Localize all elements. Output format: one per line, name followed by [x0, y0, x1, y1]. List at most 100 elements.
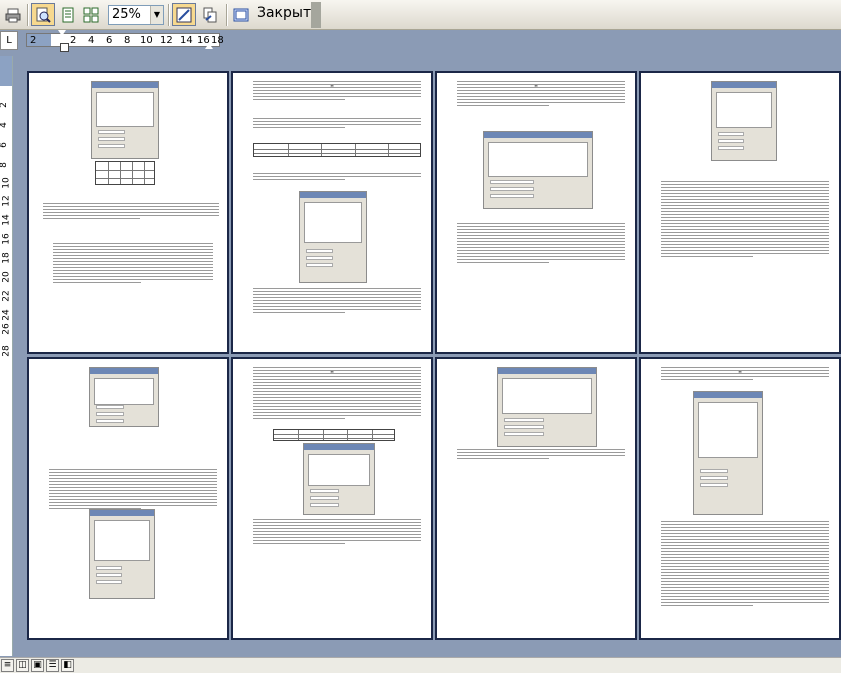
text-line — [661, 379, 754, 380]
text-line — [661, 223, 829, 224]
text-line — [253, 415, 421, 416]
text-line — [457, 452, 625, 453]
text-line — [253, 522, 421, 523]
outline-view-icon[interactable]: ☰ — [46, 659, 59, 672]
text-line — [253, 303, 421, 304]
text-line — [457, 229, 625, 230]
ruler-tick: 20 — [1, 271, 12, 283]
text-line — [661, 524, 829, 525]
text-line — [661, 557, 829, 558]
reading-layout-icon[interactable]: ◧ — [61, 659, 74, 672]
text-line — [661, 247, 829, 248]
text-line — [457, 93, 625, 94]
text-line — [49, 469, 217, 470]
text-line — [661, 220, 829, 221]
text-line — [661, 566, 829, 567]
dialog-screenshot — [711, 81, 777, 161]
normal-view-icon[interactable]: ≡ — [1, 659, 14, 672]
multiple-pages-button[interactable] — [80, 3, 102, 26]
text-line — [661, 521, 829, 522]
text-line — [253, 90, 421, 91]
text-line — [253, 96, 421, 97]
text-line — [457, 102, 625, 103]
text-line — [53, 267, 213, 268]
ruler-tick: 12 — [1, 195, 12, 207]
text-line — [457, 96, 625, 97]
text-line — [661, 527, 829, 528]
left-indent-marker[interactable] — [60, 43, 69, 52]
text-line — [253, 93, 421, 94]
dialog-screenshot — [483, 131, 593, 209]
text-line — [253, 406, 421, 407]
toolbar-options-grip[interactable] — [311, 2, 321, 28]
ruler-tick: 16 — [1, 233, 12, 245]
one-page-icon — [62, 7, 74, 23]
text-line — [661, 181, 829, 182]
shrink-to-fit-button[interactable] — [198, 3, 222, 26]
text-line — [661, 587, 829, 588]
text-line — [253, 81, 421, 82]
text-line — [49, 475, 217, 476]
first-line-indent-marker[interactable] — [58, 30, 66, 36]
text-line — [457, 247, 625, 248]
print-layout-icon[interactable]: ▣ — [31, 659, 44, 672]
page-thumbnail[interactable]: ¤1 — [27, 71, 229, 354]
text-line — [661, 211, 829, 212]
text-line — [457, 458, 550, 459]
text-line — [661, 578, 829, 579]
text-line — [53, 255, 213, 256]
table-figure — [273, 429, 395, 441]
ruler-tick: 14 — [1, 214, 12, 226]
text-line — [253, 534, 421, 535]
chevron-down-icon[interactable]: ▼ — [150, 6, 163, 24]
text-line — [253, 294, 421, 295]
text-line — [253, 537, 421, 538]
web-layout-icon[interactable]: ◫ — [16, 659, 29, 672]
zoom-select[interactable]: 25% ▼ — [108, 5, 164, 25]
right-indent-marker[interactable] — [205, 43, 213, 49]
text-line — [253, 385, 421, 386]
dialog-screenshot — [89, 509, 155, 599]
text-line — [457, 250, 625, 251]
view-ruler-button[interactable] — [172, 3, 196, 26]
text-line — [53, 243, 213, 244]
ruler-tick: 2 — [70, 35, 77, 46]
text-line — [457, 253, 625, 254]
text-line — [253, 306, 421, 307]
close-preview-button[interactable]: Закрыть — [257, 5, 319, 21]
full-screen-button[interactable] — [230, 3, 252, 26]
magnifier-button[interactable] — [31, 3, 55, 26]
page-thumbnail[interactable]: ¤7 — [435, 357, 637, 640]
ruler-tick: 18 — [1, 252, 12, 264]
text-line — [661, 232, 829, 233]
text-line — [53, 252, 213, 253]
text-line — [661, 235, 829, 236]
text-line — [53, 279, 213, 280]
text-line — [661, 584, 829, 585]
text-line — [253, 403, 421, 404]
text-line — [253, 370, 421, 371]
text-line — [43, 203, 219, 204]
text-line — [253, 179, 346, 180]
page-thumbnail[interactable]: ¤4 — [639, 71, 841, 354]
page-thumbnail[interactable]: ¤8 — [639, 357, 841, 640]
text-line — [253, 519, 421, 520]
page-thumbnail[interactable]: ¤3 — [435, 71, 637, 354]
text-line — [53, 264, 213, 265]
text-line — [43, 212, 219, 213]
text-line — [457, 84, 625, 85]
text-line — [661, 599, 829, 600]
text-line — [457, 449, 625, 450]
print-button[interactable] — [2, 3, 24, 26]
text-line — [661, 214, 829, 215]
text-line — [661, 199, 829, 200]
text-line — [53, 258, 213, 259]
page-thumbnail[interactable]: ¤5 — [27, 357, 229, 640]
one-page-button[interactable] — [57, 3, 79, 26]
tab-stop-selector[interactable]: L — [0, 31, 18, 50]
text-line — [253, 127, 346, 128]
page-thumbnail[interactable]: ¤6 — [231, 357, 433, 640]
text-line — [661, 548, 829, 549]
page-thumbnail[interactable]: ¤2 — [231, 71, 433, 354]
ruler-tick: 10 — [140, 35, 153, 46]
